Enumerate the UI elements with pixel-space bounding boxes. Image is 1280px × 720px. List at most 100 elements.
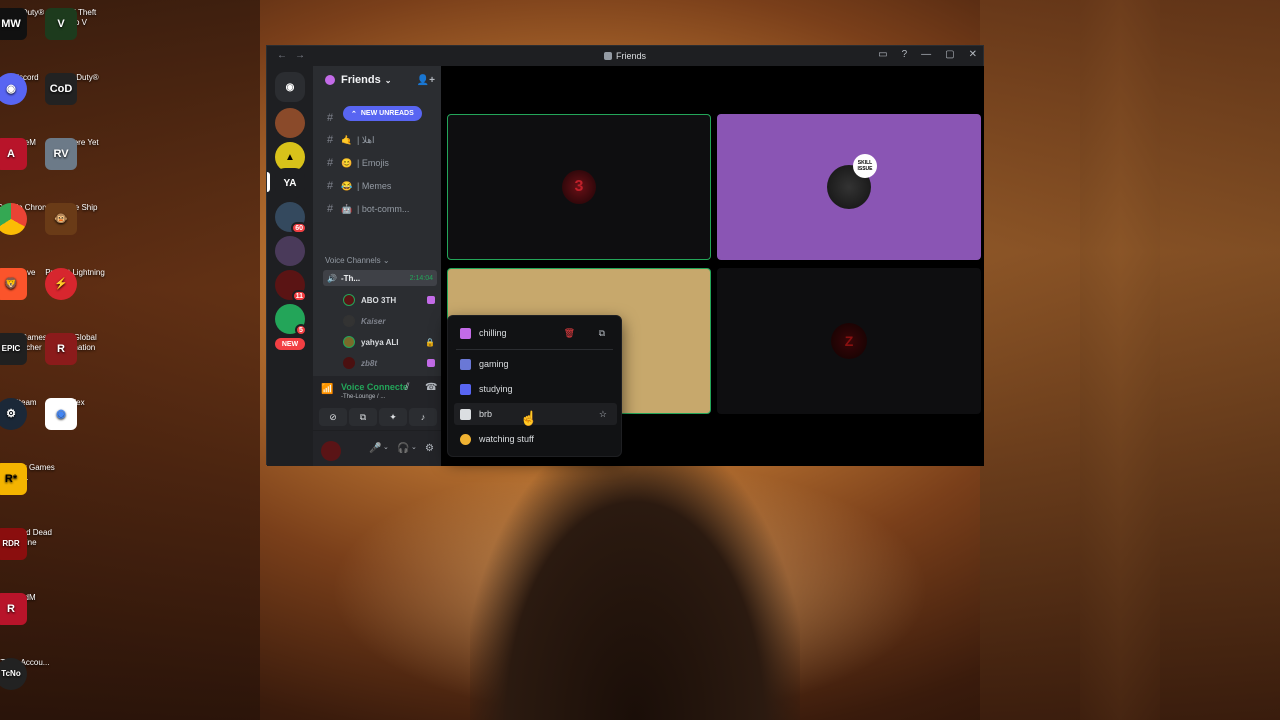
channel-item[interactable]: # 🤙 | اهلا <box>327 132 437 148</box>
desktop-icon[interactable]: R RedM <box>0 593 55 625</box>
rockstar-icon: R* <box>0 463 27 495</box>
speaker-icon: 🔊 <box>327 273 337 283</box>
voice-user[interactable]: Kaiser <box>343 313 435 329</box>
server-icon[interactable]: 60 <box>275 202 307 234</box>
voice-user[interactable]: zb8t <box>343 355 435 371</box>
server-icon[interactable]: 5 <box>275 304 307 336</box>
server-icon[interactable]: 11 <box>275 270 307 302</box>
user-avatar: Z <box>831 323 867 359</box>
desktop-icon[interactable]: R* Rockstar Games ... <box>0 463 55 495</box>
inbox-icon[interactable]: ▭ <box>878 49 887 60</box>
trash-icon[interactable]: 🗑 <box>564 328 575 339</box>
user-name: zb8t <box>361 358 377 368</box>
camera-off-icon: ⊘ <box>329 411 337 422</box>
new-unreads-label: NEW UNREADS <box>360 110 414 117</box>
channel-name: | bot-comm... <box>357 204 410 214</box>
channel-name: | Emojis <box>357 158 389 168</box>
avatar[interactable] <box>321 441 341 461</box>
window-controls: ▭ ? — ▢ ✕ <box>878 49 977 60</box>
app-icon: MW <box>0 8 27 40</box>
hash-icon: # <box>327 203 334 215</box>
screen-share-button[interactable]: ⧉ <box>349 408 377 426</box>
user-avatar: 3 <box>562 170 596 204</box>
open-external-icon[interactable]: ⧉ <box>599 328 605 339</box>
minimize-button[interactable]: — <box>921 49 931 60</box>
desktop-icon[interactable]: RDR Play Red Dead Online <box>0 528 55 560</box>
voice-user[interactable]: yahya ALI 🔒 <box>343 334 435 350</box>
activities-button[interactable]: ✦ <box>379 408 407 426</box>
disconnect-icon[interactable]: ☎ <box>425 382 437 393</box>
menu-item-label: watching stuff <box>479 434 534 444</box>
video-tile[interactable]: SKILL ISSUE <box>717 114 981 260</box>
camera-off-button[interactable]: ⊘ <box>319 408 347 426</box>
server-header[interactable]: Friends ⌄ 👤+ <box>313 66 441 94</box>
channel-name: | اهلا <box>357 134 375 145</box>
video-tile[interactable]: 3 <box>447 114 711 260</box>
server-boost-icon <box>325 75 335 85</box>
voice-category[interactable]: Voice Channels ⌄ <box>325 256 390 265</box>
desktop-icon[interactable]: R RiSK Global Domination <box>45 333 105 365</box>
desktop-icon[interactable]: 🐵 Go Ape Ship <box>45 203 105 235</box>
desktop-icon[interactable]: V Grand Theft Auto V <box>45 8 105 40</box>
server-icon[interactable] <box>275 236 305 266</box>
chevron-down-icon[interactable]: ⌄ <box>411 443 417 451</box>
menu-item-gaming[interactable]: gaming <box>454 353 617 375</box>
title-bar: ←→ Friends ▭ ? — ▢ ✕ <box>267 46 983 66</box>
server-icon[interactable] <box>275 108 305 138</box>
signal-icon[interactable]: 📶 <box>321 384 333 395</box>
home-button[interactable]: ◉ <box>275 72 305 102</box>
voice-user[interactable]: ABO 3TH <box>343 292 435 308</box>
server-icon[interactable]: YA <box>275 168 305 198</box>
hash-icon: # <box>327 180 334 192</box>
streaming-icon <box>427 296 435 304</box>
settings-gear-icon[interactable]: ⚙ <box>425 443 434 454</box>
desktop-icon[interactable]: CoD Call of Duty® <box>45 73 105 105</box>
skill-issue-sticker: SKILL ISSUE <box>853 154 877 178</box>
video-tile[interactable]: Z <box>717 268 981 414</box>
channel-name: | Memes <box>357 181 392 191</box>
user-name: yahya ALI <box>361 337 399 347</box>
voice-location[interactable]: -The-Lounge / ... <box>341 394 385 400</box>
channel-emoji-icon: 🤖 <box>341 203 353 214</box>
desktop-icon[interactable]: TcNo TcNo Accou... <box>0 658 55 690</box>
close-button[interactable]: ✕ <box>969 49 977 60</box>
desktop-icon[interactable]: RV RV There Yet <box>45 138 105 170</box>
voice-status: Voice Connecte <box>341 382 408 392</box>
menu-item-label: brb <box>479 409 493 419</box>
voice-channel[interactable]: 🔊 -Th... 2:14:04 <box>323 270 437 286</box>
desktop-icon[interactable]: ◉ index <box>45 398 105 430</box>
gamepad-icon <box>460 358 471 370</box>
new-badge: NEW <box>275 338 305 350</box>
lock-icon: 🔒 <box>425 337 435 347</box>
menu-item-studying[interactable]: studying <box>454 378 617 400</box>
channel-item[interactable]: # 😊 | Emojis <box>327 155 437 171</box>
chevron-down-icon[interactable]: ⌄ <box>383 443 389 451</box>
desktop-icon[interactable]: ⚡ Project Lightning <box>45 268 105 300</box>
activity-menu: chilling 🗑 ⧉ gaming studying brb ☆ watch… <box>447 315 622 457</box>
noise-suppression-icon[interactable]: ⫽ <box>405 382 409 393</box>
wallpaper-figure <box>470 440 800 720</box>
favorite-star-icon[interactable]: ☆ <box>599 409 607 420</box>
app-icon: A <box>0 138 27 170</box>
maximize-button[interactable]: ▢ <box>945 49 954 60</box>
popcorn-icon <box>460 433 471 445</box>
headphones-icon[interactable]: 🎧 <box>397 443 409 454</box>
avatar <box>343 336 355 348</box>
chevron-down-icon: ⌄ <box>382 256 390 265</box>
help-icon[interactable]: ? <box>902 49 908 60</box>
server-name: Friends <box>341 74 381 86</box>
microphone-icon[interactable]: 🎤 <box>369 443 381 454</box>
new-unreads-pill[interactable]: ⌃ NEW UNREADS <box>343 106 422 121</box>
channel-item[interactable]: # 🤖 | bot-comm... <box>327 201 437 217</box>
add-member-icon[interactable]: 👤+ <box>417 75 435 86</box>
discord-window: ←→ Friends ▭ ? — ▢ ✕ ◉ ▲ YA 60 11 5 NEW <box>266 45 984 466</box>
app-icon: R <box>45 333 77 365</box>
menu-item-watching-stuff[interactable]: watching stuff <box>454 428 617 450</box>
activities-icon: ✦ <box>389 411 397 422</box>
streaming-icon <box>427 359 435 367</box>
unread-badge: 11 <box>291 290 307 302</box>
channel-item[interactable]: # 😂 | Memes <box>327 178 437 194</box>
soundboard-button[interactable]: ♪ <box>409 408 437 426</box>
menu-item-chilling[interactable]: chilling 🗑 ⧉ <box>454 322 617 344</box>
avatar <box>343 315 355 327</box>
